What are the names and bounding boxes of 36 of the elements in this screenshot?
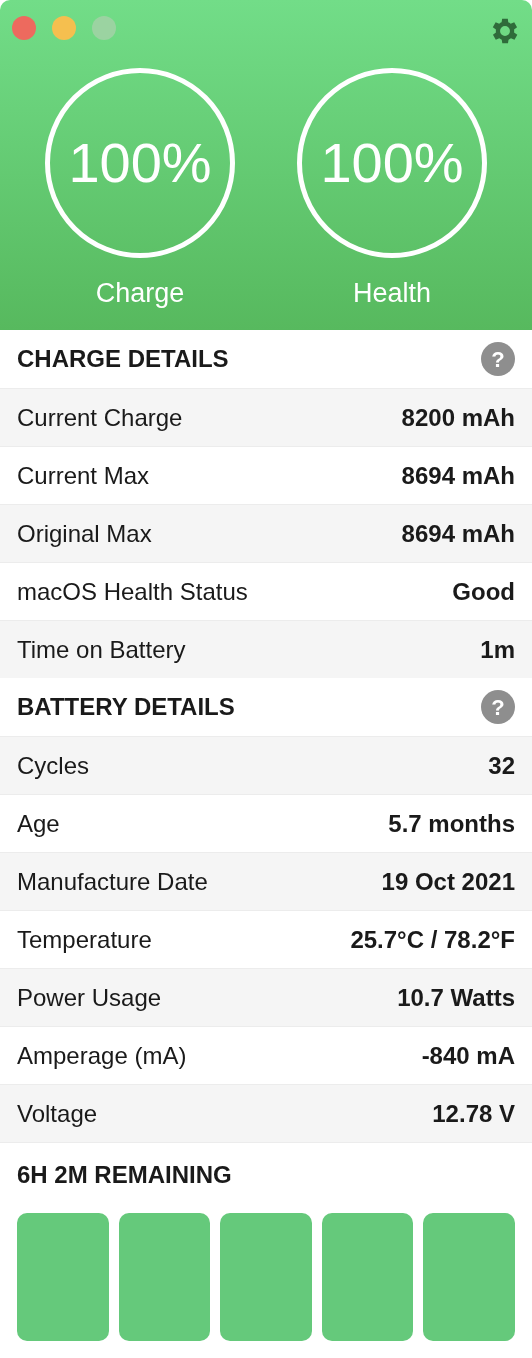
detail-value: -840 mA — [421, 1040, 515, 1071]
detail-value: 1m — [480, 634, 515, 665]
gauge-value: 100% — [68, 135, 212, 191]
detail-value: 8694 mAh — [401, 518, 515, 549]
detail-value: 25.7°C / 78.2°F — [350, 924, 515, 955]
detail-label: Cycles — [17, 750, 89, 781]
detail-label: macOS Health Status — [17, 576, 248, 607]
gauge-label: Charge — [95, 280, 185, 307]
detail-value: Good — [452, 576, 515, 607]
detail-label: Manufacture Date — [17, 866, 208, 897]
detail-label: Age — [17, 808, 60, 839]
help-button[interactable]: ? — [481, 342, 515, 376]
detail-label: Voltage — [17, 1098, 98, 1129]
detail-value: 32 — [488, 750, 515, 781]
section-heading: BATTERY DETAILS — [17, 692, 235, 722]
detail-label: Original Max — [17, 518, 152, 549]
detail-value: 19 Oct 2021 — [381, 866, 515, 897]
gauge-value: 100% — [320, 135, 464, 191]
detail-value: 8694 mAh — [401, 460, 515, 491]
detail-value: 8200 mAh — [401, 402, 515, 433]
remaining-heading: 6H 2M REMAINING — [17, 1160, 232, 1190]
detail-label: Temperature — [17, 924, 152, 955]
gauge-label: Health — [352, 280, 431, 307]
detail-value: 10.7 Watts — [397, 982, 515, 1013]
detail-label: Power Usage — [17, 982, 162, 1013]
window-control-button[interactable] — [52, 16, 76, 40]
detail-label: Amperage (mA) — [17, 1040, 187, 1071]
detail-label: Time on Battery — [17, 634, 186, 665]
window-control-button[interactable] — [92, 16, 116, 40]
help-button[interactable]: ? — [481, 690, 515, 724]
detail-label: Current Charge — [17, 402, 183, 433]
detail-value: 12.78 V — [432, 1098, 515, 1129]
detail-label: Current Max — [17, 460, 150, 491]
window-control-button[interactable] — [12, 16, 36, 40]
detail-value: 5.7 months — [388, 808, 515, 839]
section-heading: CHARGE DETAILS — [17, 344, 229, 374]
